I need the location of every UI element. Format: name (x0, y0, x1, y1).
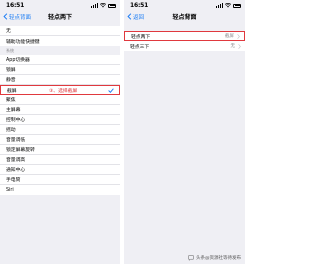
status-icons (216, 3, 241, 8)
option-mute[interactable]: 静音 (0, 75, 120, 85)
option-volume-down[interactable]: 音量调低 (0, 135, 120, 145)
chevron-right-icon (237, 33, 240, 39)
double-tap-value: 截屏 (225, 34, 234, 39)
option-volume-up[interactable]: 音量调高 (0, 155, 120, 165)
option-notification-center[interactable]: 通知中心 (0, 165, 120, 175)
status-bar: 16:51 (0, 0, 120, 11)
right-screen: 16:51 返回 轻点背面 轻点两下 截屏 轻点三下 无 头条@资源社等待发布 (124, 0, 245, 264)
back-button[interactable]: 返回 (127, 13, 144, 21)
option-focus[interactable]: 聚焦 (0, 95, 120, 105)
nav-bar: 轻点背面 轻点两下 (0, 11, 120, 22)
watermark-text: 头条@资源社等待发布 (196, 256, 241, 261)
options-group: 无 辅助功能快捷键 (0, 26, 120, 46)
option-flashlight[interactable]: 手电筒 (0, 175, 120, 185)
battery-icon (233, 3, 241, 8)
triple-tap-value: 无 (230, 44, 236, 49)
chevron-right-icon (238, 43, 241, 49)
option-screenshot[interactable]: 截屏 ③、选择截屏 (0, 85, 120, 95)
option-home[interactable]: 主屏幕 (0, 105, 120, 115)
left-screen: 16:51 轻点背面 轻点两下 无 辅助功能快捷键 系统 App切换器 锁屏 静… (0, 0, 120, 264)
signal-icon (216, 3, 223, 8)
option-app-switcher[interactable]: App切换器 (0, 55, 120, 65)
back-button[interactable]: 轻点背面 (3, 13, 31, 21)
nav-bar: 返回 轻点背面 (124, 11, 245, 22)
wifi-icon (100, 3, 106, 8)
chevron-left-icon (127, 13, 132, 20)
status-time: 16:51 (6, 2, 25, 9)
option-rotation-lock[interactable]: 锁定屏幕旋转 (0, 145, 120, 155)
speech-bubble-icon (188, 255, 194, 261)
option-accessibility-shortcut[interactable]: 辅助功能快捷键 (0, 36, 120, 46)
battery-icon (108, 3, 116, 8)
signal-icon (91, 3, 98, 8)
option-control-center[interactable]: 控制中心 (0, 115, 120, 125)
option-siri[interactable]: Siri (0, 185, 120, 195)
system-options-list: App切换器 锁屏 静音 截屏 ③、选择截屏 聚焦 主屏幕 控制中心 摇动 音量… (0, 55, 120, 195)
status-icons (91, 3, 116, 8)
watermark: 头条@资源社等待发布 (188, 255, 241, 261)
annotation-label: ③、选择截屏 (49, 88, 78, 94)
status-bar: 16:51 (124, 0, 245, 11)
option-lock-screen[interactable]: 锁屏 (0, 65, 120, 75)
chevron-left-icon (3, 13, 8, 20)
back-label: 返回 (133, 14, 145, 21)
double-tap-row[interactable]: 轻点两下 截屏 (124, 31, 245, 41)
back-tap-group: 轻点两下 截屏 轻点三下 无 (124, 31, 245, 51)
option-none[interactable]: 无 (0, 26, 120, 36)
triple-tap-row[interactable]: 轻点三下 无 (124, 41, 245, 51)
option-shake[interactable]: 摇动 (0, 125, 120, 135)
status-time: 16:51 (130, 2, 149, 9)
back-label: 轻点背面 (9, 14, 32, 21)
wifi-icon (225, 3, 231, 8)
section-header-system: 系统 (6, 48, 14, 53)
checkmark-icon (108, 87, 114, 93)
